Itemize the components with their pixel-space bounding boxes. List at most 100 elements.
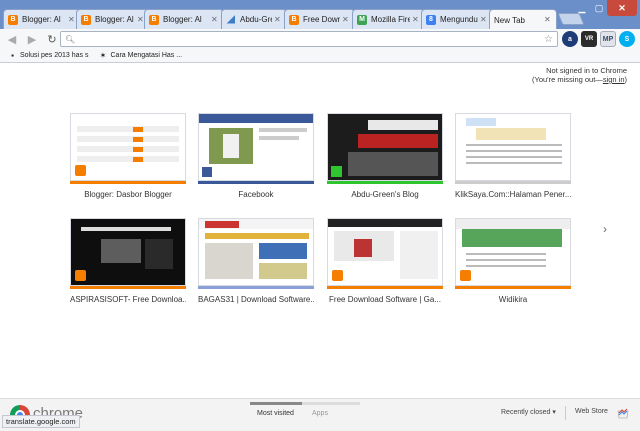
- thumbnail-shape: [466, 150, 562, 152]
- thumbnail-shape: [81, 227, 171, 231]
- omnibox[interactable]: 🔍︎ ☆: [60, 31, 558, 47]
- thumbnail-shape: [400, 231, 438, 279]
- minimize-icon[interactable]: ▁: [573, 0, 591, 16]
- most-visited-tile[interactable]: Abdu-Green's Blog: [327, 113, 443, 199]
- vr-extension-icon[interactable]: VR: [581, 31, 597, 47]
- most-visited-tile[interactable]: BAGAS31 | Download Software...: [198, 218, 314, 304]
- tile-thumbnail: [455, 218, 571, 286]
- tab[interactable]: B Blogger: Al ✕: [76, 9, 150, 29]
- tile-label: KlikSaya.Com::Halaman Pener...: [455, 190, 571, 199]
- web-store-link[interactable]: Web Store: [575, 408, 608, 415]
- thumbnail-shape: [259, 128, 307, 132]
- close-icon[interactable]: ✕: [274, 15, 282, 24]
- close-icon[interactable]: ✕: [211, 15, 219, 24]
- tile-thumbnail: [327, 218, 443, 286]
- tab[interactable]: 8 Mengunduh✕: [421, 9, 493, 29]
- thumbnail-shape: [466, 156, 562, 158]
- most-visited-tile[interactable]: ASPIRASISOFT- Free Downloa...: [70, 218, 186, 304]
- extension-icons: aVRMPS≡: [562, 31, 640, 47]
- recently-closed-menu[interactable]: Recently closed ▾: [501, 408, 556, 416]
- tab-strip: B Blogger: Al ✕ B Blogger: Al ✕ B Blogger: Al ✕ ◢…: [0, 0, 640, 30]
- tile-thumbnail: [198, 113, 314, 181]
- signin-promo: Not signed in to Chrome (You're missing …: [532, 66, 627, 84]
- apps-tab[interactable]: Apps: [312, 410, 328, 417]
- thumbnail-shape: [202, 167, 212, 177]
- most-visited-tile[interactable]: Free Download Software | Ga...: [327, 218, 443, 304]
- abdu-green-icon: ◢: [227, 13, 235, 25]
- bookmark-label: Cara Mengatasi Has ...: [110, 52, 183, 59]
- web-store-icon[interactable]: [617, 407, 629, 419]
- thumbnail-shape: [368, 120, 438, 130]
- tile-label: Blogger: Dasbor Blogger: [84, 190, 172, 199]
- blogger-icon: B: [81, 14, 91, 25]
- thumbnail-shape: [133, 147, 143, 152]
- thumbnail-shape: [145, 239, 173, 269]
- tab-title: Blogger: Al: [163, 15, 202, 24]
- tab[interactable]: New Tab ✕: [489, 9, 557, 30]
- back-arrow-icon[interactable]: ◀: [4, 31, 20, 47]
- mozilla-icon: M: [357, 14, 367, 25]
- thumbnail-shape: [259, 243, 307, 259]
- blogger-icon: B: [149, 14, 159, 25]
- thumbnail-shape: [205, 243, 253, 279]
- tab-title: Mozilla Fire: [371, 15, 410, 24]
- thumbnail-shape: [348, 152, 438, 176]
- bookmark-item[interactable]: ▪ Solusi pes 2013 has s: [8, 51, 88, 60]
- close-icon[interactable]: ✕: [412, 15, 420, 24]
- maximize-icon[interactable]: ▢: [591, 0, 607, 16]
- tab[interactable]: B Free Downl ✕: [284, 9, 355, 29]
- tab[interactable]: B Blogger: Al ✕: [3, 9, 81, 29]
- bookmark-star-icon[interactable]: ☆: [544, 34, 553, 45]
- thumbnail-shape: [332, 270, 343, 281]
- thumbnail-shape: [358, 134, 438, 148]
- tab[interactable]: M Mozilla Fire ✕: [352, 9, 425, 29]
- tile-label: Abdu-Green's Blog: [351, 190, 419, 199]
- forward-arrow-icon[interactable]: ▶: [24, 31, 40, 47]
- bookmark-item[interactable]: ✶ Cara Mengatasi Has ...: [99, 51, 183, 60]
- most-visited-tab[interactable]: Most visited: [257, 410, 294, 417]
- signin-line1: Not signed in to Chrome: [546, 66, 627, 75]
- thumbnail-shape: [354, 239, 372, 257]
- close-window-icon[interactable]: ✕: [607, 0, 637, 16]
- thumbnail-shape: [133, 127, 143, 132]
- mp-extension-icon[interactable]: MP: [600, 31, 616, 47]
- google-icon: 8: [426, 14, 436, 25]
- tile-thumbnail: [327, 113, 443, 181]
- tile-color-bar: [327, 181, 443, 184]
- address-input[interactable]: [79, 34, 545, 44]
- status-bubble: translate.google.com: [2, 415, 80, 428]
- tile-thumbnail: [70, 113, 186, 181]
- close-icon[interactable]: ✕: [480, 15, 488, 24]
- thumbnail-shape: [205, 221, 239, 228]
- tile-thumbnail: [455, 113, 571, 181]
- most-visited-tile[interactable]: Facebook: [198, 113, 314, 199]
- thumbnail-shape: [331, 166, 342, 177]
- tile-color-bar: [455, 181, 571, 184]
- most-visited-tile[interactable]: Blogger: Dasbor Blogger: [70, 113, 186, 199]
- close-icon[interactable]: ✕: [544, 16, 552, 24]
- thumbnail-shape: [460, 270, 471, 281]
- a-extension-icon[interactable]: a: [562, 31, 578, 47]
- reload-icon[interactable]: ↻: [44, 31, 60, 47]
- tile-color-bar: [70, 286, 186, 289]
- tab-title: Abdu-Green: [240, 15, 272, 24]
- divider: [565, 406, 566, 420]
- tab[interactable]: B Blogger: Al ✕: [144, 9, 224, 29]
- most-visited-tile[interactable]: KlikSaya.Com::Halaman Pener...: [455, 113, 571, 199]
- tab[interactable]: ◢ Abdu-Green✕: [221, 9, 287, 29]
- close-icon[interactable]: ✕: [68, 15, 76, 24]
- thumbnail-shape: [456, 219, 570, 229]
- thumbnail-shape: [77, 126, 179, 132]
- pes-icon: ▪: [11, 51, 14, 60]
- tile-label: Widikira: [498, 295, 528, 304]
- thumbnail-shape: [75, 270, 86, 281]
- close-icon[interactable]: ✕: [342, 15, 350, 24]
- next-page-chevron-icon[interactable]: ›: [603, 222, 607, 236]
- sign-in-link[interactable]: sign in: [603, 75, 625, 84]
- skype-icon[interactable]: S: [619, 31, 635, 47]
- thumbnail-shape: [328, 219, 442, 227]
- thumbnail-shape: [199, 114, 313, 123]
- tab-title: New Tab: [494, 15, 525, 25]
- thumbnail-shape: [133, 157, 143, 162]
- most-visited-tile[interactable]: Widikira: [455, 218, 571, 304]
